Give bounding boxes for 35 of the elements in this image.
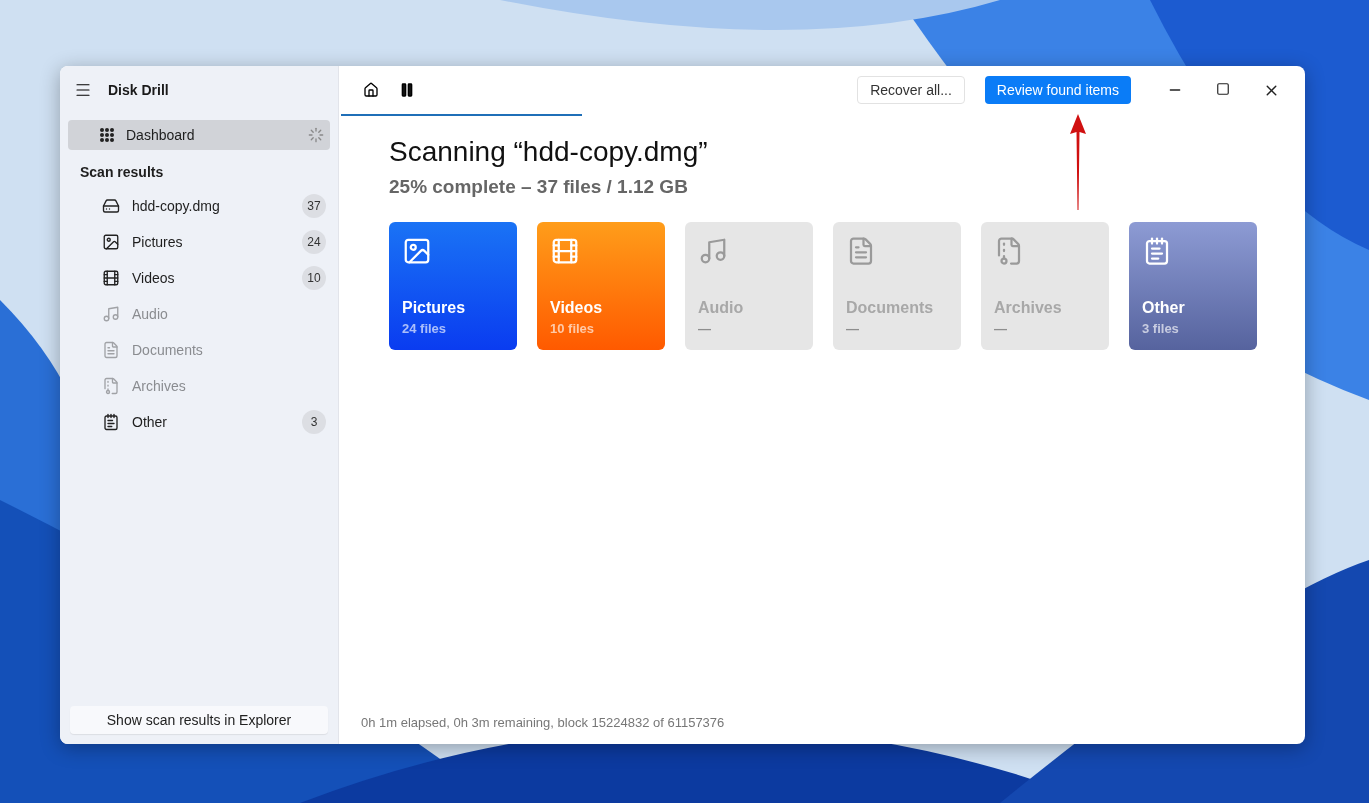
pause-icon[interactable] (399, 82, 415, 98)
show-in-explorer-button[interactable]: Show scan results in Explorer (70, 706, 328, 734)
menu-icon[interactable] (74, 81, 92, 99)
category-card[interactable]: Pictures 24 files (389, 222, 517, 350)
film-icon (550, 236, 580, 266)
image-icon (402, 236, 432, 266)
maximize-icon[interactable] (1216, 81, 1230, 96)
dashboard-item[interactable]: Dashboard (68, 120, 330, 150)
category-card[interactable]: Videos 10 files (537, 222, 665, 350)
scan-progress-text: 25% complete – 37 files / 1.12 GB (389, 176, 689, 198)
count-badge: 37 (302, 194, 326, 218)
archive-icon (102, 377, 120, 395)
section-title: Scan results (80, 164, 165, 180)
document-icon (102, 341, 120, 359)
music-note-icon (698, 236, 728, 266)
grid-icon (100, 128, 114, 142)
scan-title: Scanning “hdd-copy.dmg” (389, 136, 709, 168)
category-card[interactable]: Other 3 files (1129, 222, 1257, 350)
count-badge: 3 (302, 410, 326, 434)
count-badge: 24 (302, 230, 326, 254)
image-icon (102, 233, 120, 251)
drive-icon (102, 197, 120, 215)
recover-all-button[interactable]: Recover all... (857, 76, 965, 104)
sidebar-item[interactable]: Videos 10 (68, 260, 330, 296)
home-icon[interactable] (363, 82, 379, 98)
status-text: 0h 1m elapsed, 0h 3m remaining, block 15224832 of 61157376 (360, 715, 726, 732)
music-note-icon (102, 305, 120, 323)
review-found-items-button[interactable]: Review found items (984, 76, 1131, 104)
film-icon (102, 269, 120, 287)
count-badge: 10 (302, 266, 326, 290)
note-icon (102, 413, 120, 431)
app-title: Disk Drill (108, 82, 169, 98)
sidebar-item[interactable]: Pictures 24 (68, 224, 330, 260)
sidebar-item[interactable]: hdd-copy.dmg 37 (68, 188, 330, 224)
sidebar-item[interactable]: Other 3 (68, 404, 330, 440)
